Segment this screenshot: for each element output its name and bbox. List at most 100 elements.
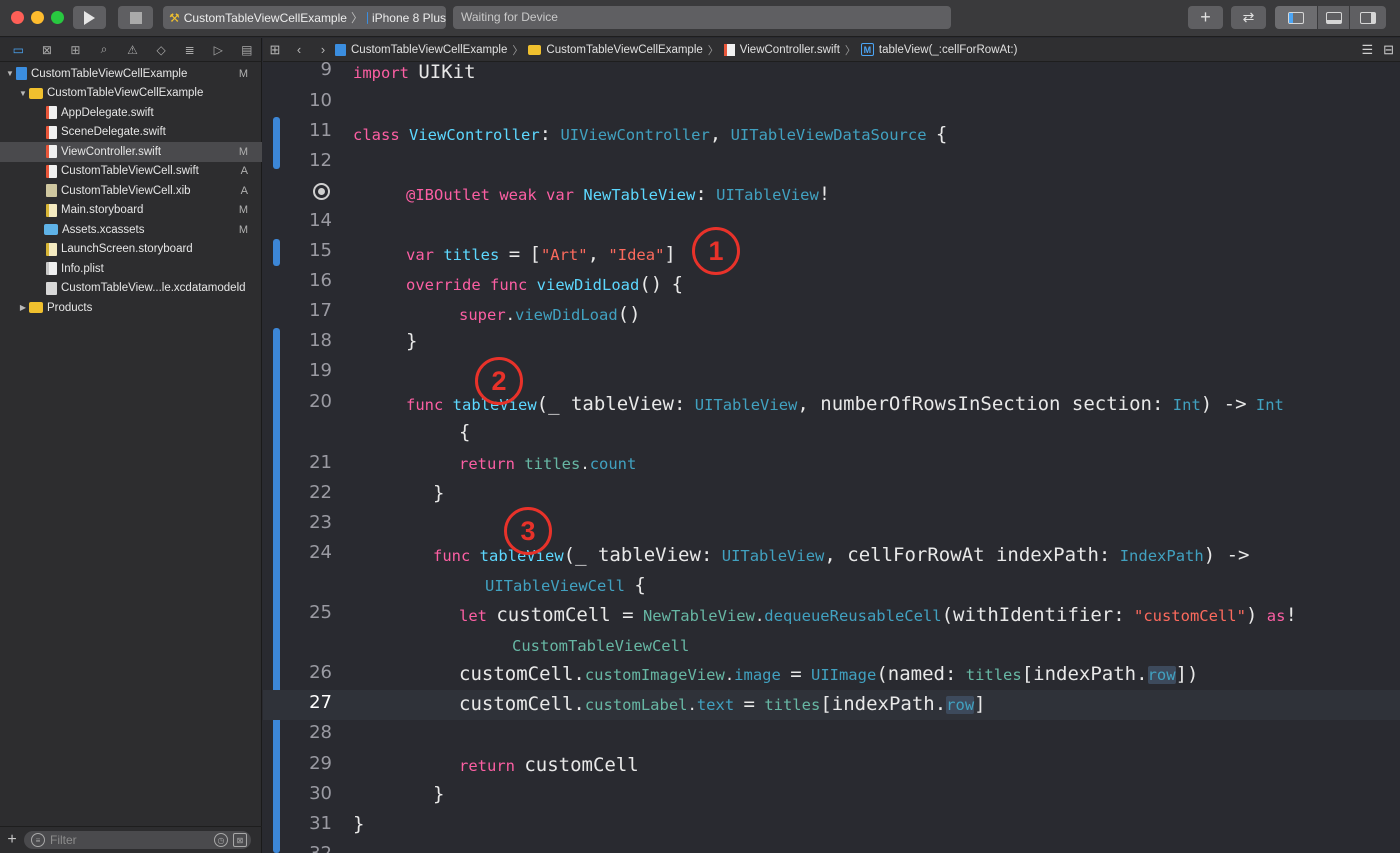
- code-line: 14: [263, 208, 1400, 238]
- scheme-selector[interactable]: ⚒ CustomTableViewCellExample 〉 iPhone 8 …: [163, 6, 446, 29]
- editor-options: ☰ ⊟: [1361, 42, 1394, 58]
- scm-status-badge: M: [238, 223, 248, 236]
- tree-item-file[interactable]: LaunchScreen.storyboard: [0, 240, 262, 260]
- filter-options-icon[interactable]: ≡: [31, 833, 45, 847]
- scm-status-badge: A: [240, 184, 248, 197]
- breakpoint-icon[interactable]: ▷: [204, 39, 233, 61]
- line-number: 15: [309, 240, 332, 261]
- code-line: 22 }: [263, 480, 1400, 510]
- line-number: 11: [309, 120, 332, 141]
- chevron-right-icon: 〉: [844, 44, 856, 57]
- current-line-number: 27: [309, 692, 332, 713]
- xcode-window: ⚒ CustomTableViewCellExample 〉 iPhone 8 …: [0, 0, 1400, 853]
- tree-item-label: ViewController.swift: [61, 145, 162, 158]
- project-navigator: ▭ ⊠ ⊞ ⌕ ⚠ ◇ ≣ ▷ ▤ ▼ CustomTableViewCellE…: [0, 38, 262, 853]
- scm-status-badge: M: [238, 145, 248, 158]
- scm-status-badge: M: [238, 204, 248, 217]
- swift-file-icon: [723, 43, 735, 56]
- line-number: 12: [309, 150, 332, 171]
- recent-files-icon[interactable]: ◷: [214, 833, 228, 847]
- line-number: 32: [300, 843, 332, 853]
- code-line: 26 customCell.customImageView.image = UI…: [263, 660, 1400, 690]
- breadcrumb-group[interactable]: CustomTableViewCellExample: [528, 43, 703, 56]
- breadcrumb-file[interactable]: ViewController.swift: [723, 43, 840, 56]
- code-line: 16 override func viewDidLoad() {: [263, 268, 1400, 298]
- plist-file-icon: [46, 262, 57, 276]
- storyboard-file-icon: [46, 242, 57, 256]
- folder-icon[interactable]: ▭: [4, 39, 33, 61]
- line-number: 21: [309, 452, 332, 473]
- disclosure-closed-icon[interactable]: ▶: [17, 303, 29, 312]
- file-tree: ▼ CustomTableViewCellExample M ▼ CustomT…: [0, 64, 262, 318]
- disclosure-open-icon[interactable]: ▼: [4, 69, 16, 78]
- zoom-window-button[interactable]: [51, 11, 64, 24]
- code-line: 32: [263, 841, 1400, 853]
- device-icon: [366, 11, 368, 24]
- code-review-button[interactable]: ⇄: [1231, 6, 1266, 29]
- symbol-icon[interactable]: ⊞: [61, 39, 90, 61]
- data-model-icon: [46, 281, 57, 295]
- line-number: 10: [309, 90, 332, 111]
- scheme-name: CustomTableViewCellExample: [183, 10, 347, 25]
- code-line: 23: [263, 510, 1400, 540]
- scm-status-badge: M: [238, 67, 248, 80]
- warning-icon[interactable]: ⚠: [118, 39, 147, 61]
- tree-item-file[interactable]: AppDelegate.swift: [0, 103, 262, 123]
- tree-item-file[interactable]: Main.storyboard M: [0, 201, 262, 221]
- tree-item-file[interactable]: SceneDelegate.swift: [0, 123, 262, 143]
- stop-button[interactable]: [118, 6, 153, 29]
- breadcrumb-label: CustomTableViewCellExample: [546, 43, 703, 56]
- forward-arrow-icon[interactable]: ›: [311, 42, 335, 57]
- code-line: 19: [263, 358, 1400, 388]
- search-icon[interactable]: ⌕: [90, 39, 119, 61]
- code-line: 29 return customCell: [263, 751, 1400, 781]
- split-editor-icon[interactable]: ⊟: [1383, 42, 1394, 58]
- toggle-inspector-button[interactable]: [1350, 6, 1386, 29]
- line-number: 23: [309, 512, 332, 533]
- tree-item-file[interactable]: Info.plist: [0, 259, 262, 279]
- test-icon[interactable]: ◇: [147, 39, 176, 61]
- library-button[interactable]: +: [1188, 6, 1223, 29]
- chevron-right-icon: 〉: [350, 11, 363, 25]
- xcode-project-icon: [16, 67, 27, 81]
- editor-options-icon[interactable]: ☰: [1361, 42, 1373, 58]
- disclosure-open-icon[interactable]: ▼: [17, 89, 29, 98]
- tree-item-file[interactable]: Assets.xcassets M: [0, 220, 262, 240]
- report-icon[interactable]: ▤: [233, 39, 262, 61]
- filter-toggles: ◷ ⊠: [214, 833, 247, 847]
- tree-item-group[interactable]: ▼ CustomTableViewCellExample: [0, 84, 262, 104]
- close-window-button[interactable]: [11, 11, 24, 24]
- storyboard-file-icon: [46, 203, 57, 217]
- breadcrumb-symbol[interactable]: M tableView(_:cellForRowAt:): [860, 43, 1017, 56]
- tree-item-file-selected[interactable]: ViewController.swift M: [0, 142, 262, 162]
- tree-item-file[interactable]: CustomTableViewCell.swift A: [0, 162, 262, 182]
- filter-input[interactable]: [50, 833, 200, 847]
- add-file-button[interactable]: +: [0, 831, 24, 849]
- code-line: 20 func tableView(_ tableView: UITableVi…: [263, 389, 1400, 449]
- minimize-window-button[interactable]: [31, 11, 44, 24]
- run-button[interactable]: [73, 6, 106, 29]
- left-pane-icon: [1288, 11, 1304, 24]
- tree-item-label: Main.storyboard: [61, 204, 144, 217]
- breadcrumb-project[interactable]: CustomTableViewCellExample: [335, 43, 507, 56]
- status-text: Waiting for Device: [461, 10, 558, 24]
- back-arrow-icon[interactable]: ‹: [287, 42, 311, 57]
- tree-item-file[interactable]: CustomTableView...le.xcdatamodeld: [0, 279, 262, 299]
- plus-icon: +: [1200, 7, 1211, 27]
- tree-item-file[interactable]: CustomTableViewCell.xib A: [0, 181, 262, 201]
- source-control-icon[interactable]: ⊠: [33, 39, 62, 61]
- annotation-circle-3: 3: [504, 507, 552, 555]
- line-number: 16: [309, 270, 332, 291]
- line-number: 18: [309, 330, 332, 351]
- toggle-debug-area-button[interactable]: [1318, 6, 1349, 29]
- current-code-line: 27 customCell.customLabel.text = titles[…: [263, 690, 1400, 720]
- outlet-connection-icon[interactable]: [313, 183, 330, 200]
- toggle-navigator-button[interactable]: [1275, 6, 1317, 29]
- source-editor[interactable]: 9 import UIKit 10 11 class ViewControlle…: [263, 62, 1400, 853]
- debug-icon[interactable]: ≣: [175, 39, 204, 61]
- related-items-icon[interactable]: ⊞: [263, 42, 287, 58]
- tree-item-project[interactable]: ▼ CustomTableViewCellExample M: [0, 64, 262, 84]
- line-number: 31: [309, 813, 332, 834]
- scm-filter-icon[interactable]: ⊠: [233, 833, 247, 847]
- tree-item-group[interactable]: ▶ Products: [0, 298, 262, 318]
